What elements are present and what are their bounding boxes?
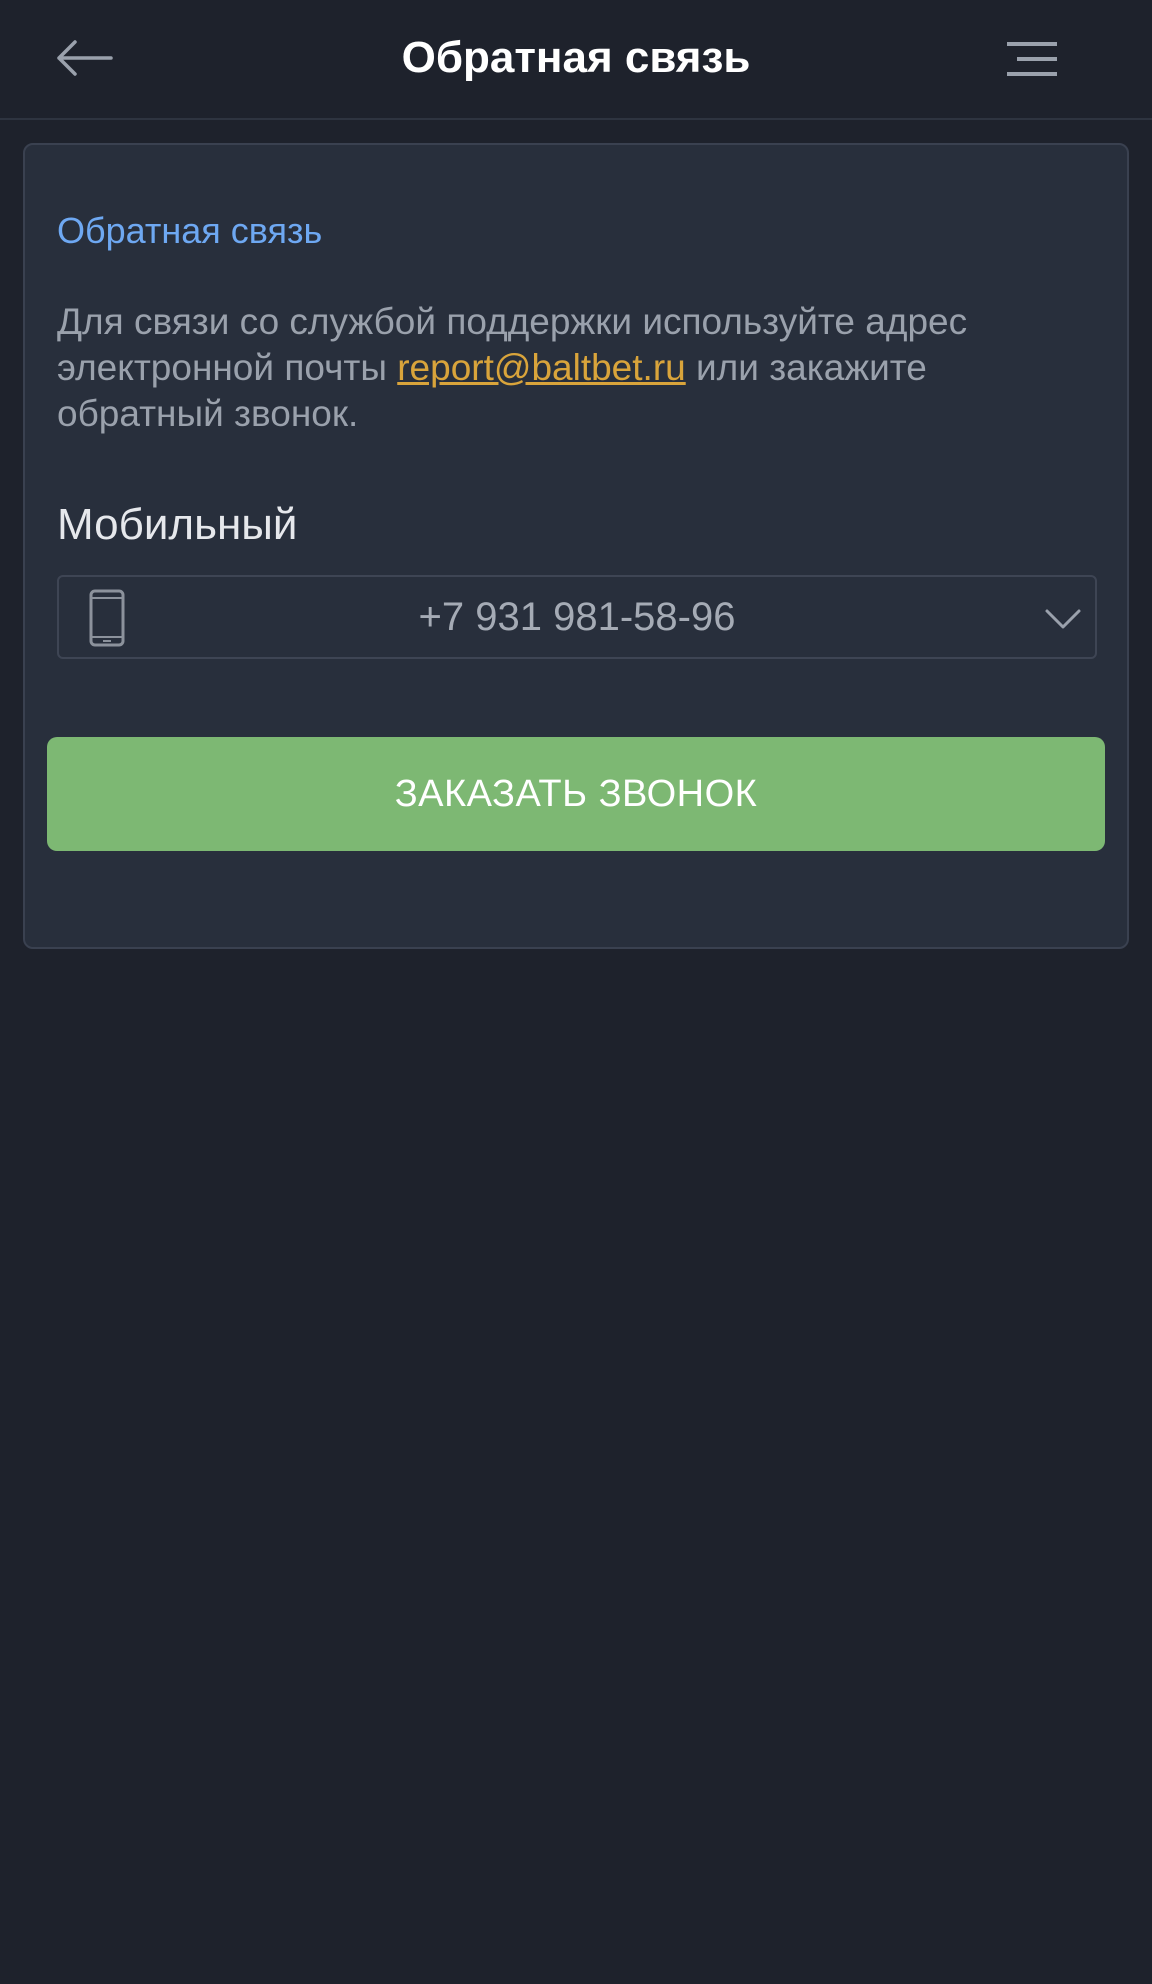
support-description: Для связи со службой поддержки используй… bbox=[57, 299, 1097, 437]
menu-icon bbox=[1007, 42, 1057, 76]
order-call-button[interactable]: ЗАКАЗАТЬ ЗВОНОК bbox=[47, 737, 1105, 851]
phone-select[interactable]: +7 931 981-58-96 bbox=[57, 575, 1097, 659]
chevron-down-icon bbox=[1045, 609, 1081, 629]
page-title: Обратная связь bbox=[401, 33, 751, 82]
support-email-link[interactable]: report@baltbet.ru bbox=[397, 347, 685, 388]
menu-button[interactable] bbox=[996, 30, 1068, 88]
feedback-card: Обратная связь Для связи со службой подд… bbox=[23, 143, 1129, 949]
phone-label: Мобильный bbox=[57, 500, 298, 549]
top-bar: Обратная связь bbox=[0, 0, 1152, 120]
card-title: Обратная связь bbox=[57, 210, 323, 251]
phone-value: +7 931 981-58-96 bbox=[418, 595, 736, 639]
